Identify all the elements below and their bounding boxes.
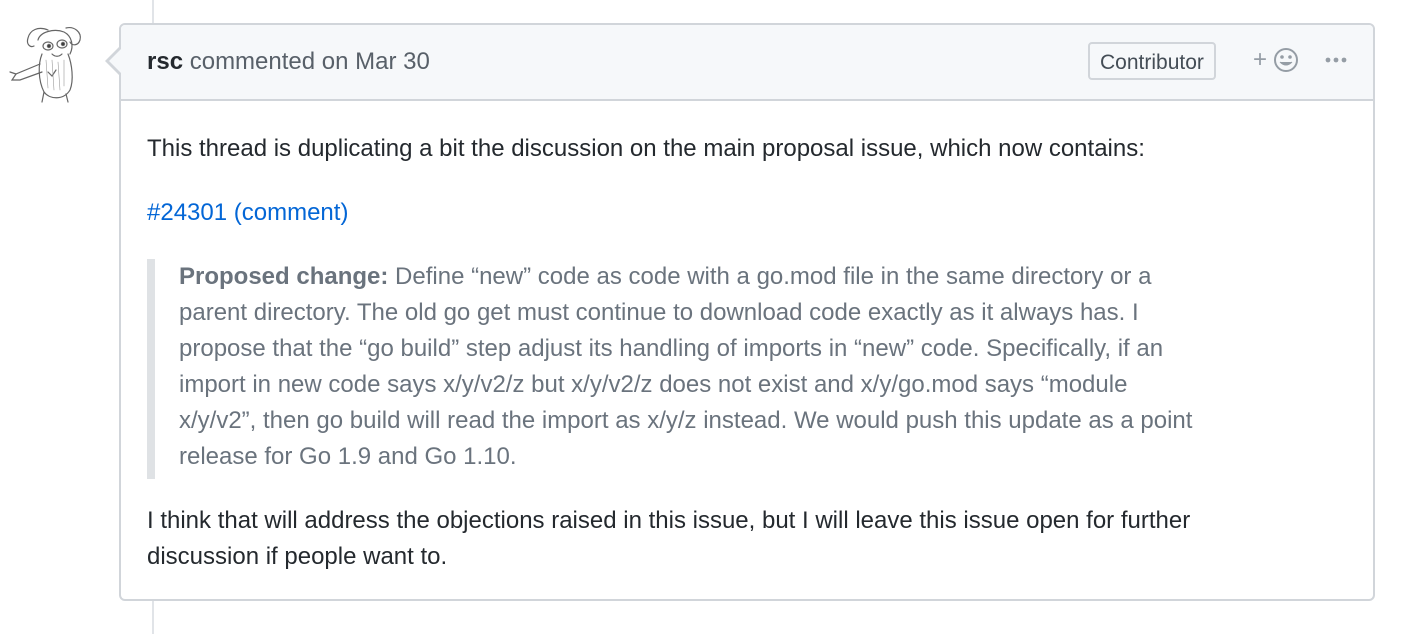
quote-line-4: import in new code says x/y/v2/z but x/y…: [179, 371, 1128, 398]
quote-line-6: release for Go 1.9 and Go 1.10.: [179, 443, 517, 470]
kebab-horizontal-icon: [1325, 57, 1347, 63]
closing-line-1: I think that will address the objections…: [147, 507, 1191, 534]
comment-intro-paragraph: This thread is duplicating a bit the dis…: [147, 135, 1145, 162]
quote-line-5: x/y/v2”, then go build will read the imp…: [179, 407, 1193, 434]
comment-action: commented on: [189, 48, 349, 75]
comment-date-link[interactable]: Mar 30: [355, 48, 430, 75]
plus-icon: +: [1253, 46, 1268, 73]
issue-comment-link[interactable]: #24301 (comment): [147, 195, 348, 231]
avatar[interactable]: [8, 24, 108, 104]
quote-line-2: parent directory. The old go get must co…: [179, 299, 1139, 326]
comment-box: rsc commented on Mar 30 Contributor + Th…: [105, 23, 1375, 601]
more-options-button[interactable]: [1321, 43, 1355, 77]
avatar-drawing: [9, 27, 81, 103]
comment-closing-paragraph: I think that will address the objections…: [147, 503, 1190, 575]
quote-line-1: Proposed change: Define “new” code as co…: [179, 259, 1327, 295]
contributor-badge: Contributor: [1088, 42, 1216, 80]
comment-header: rsc commented on Mar 30 Contributor +: [121, 25, 1373, 101]
add-reaction-button[interactable]: +: [1249, 43, 1305, 77]
comment-author-link[interactable]: rsc: [147, 48, 183, 75]
quoted-proposal: Proposed change: Define “new” code as co…: [147, 259, 1327, 479]
quote-line-3: propose that the “go build” step adjust …: [179, 335, 1164, 362]
smiley-icon: [1274, 48, 1298, 72]
closing-line-2: discussion if people want to.: [147, 543, 448, 570]
comment-header-text: rsc commented on Mar 30: [147, 47, 430, 77]
quote-strong-label: Proposed change:: [179, 263, 389, 290]
quote-line-1-text: Define “new” code as code with a go.mod …: [388, 263, 1152, 290]
